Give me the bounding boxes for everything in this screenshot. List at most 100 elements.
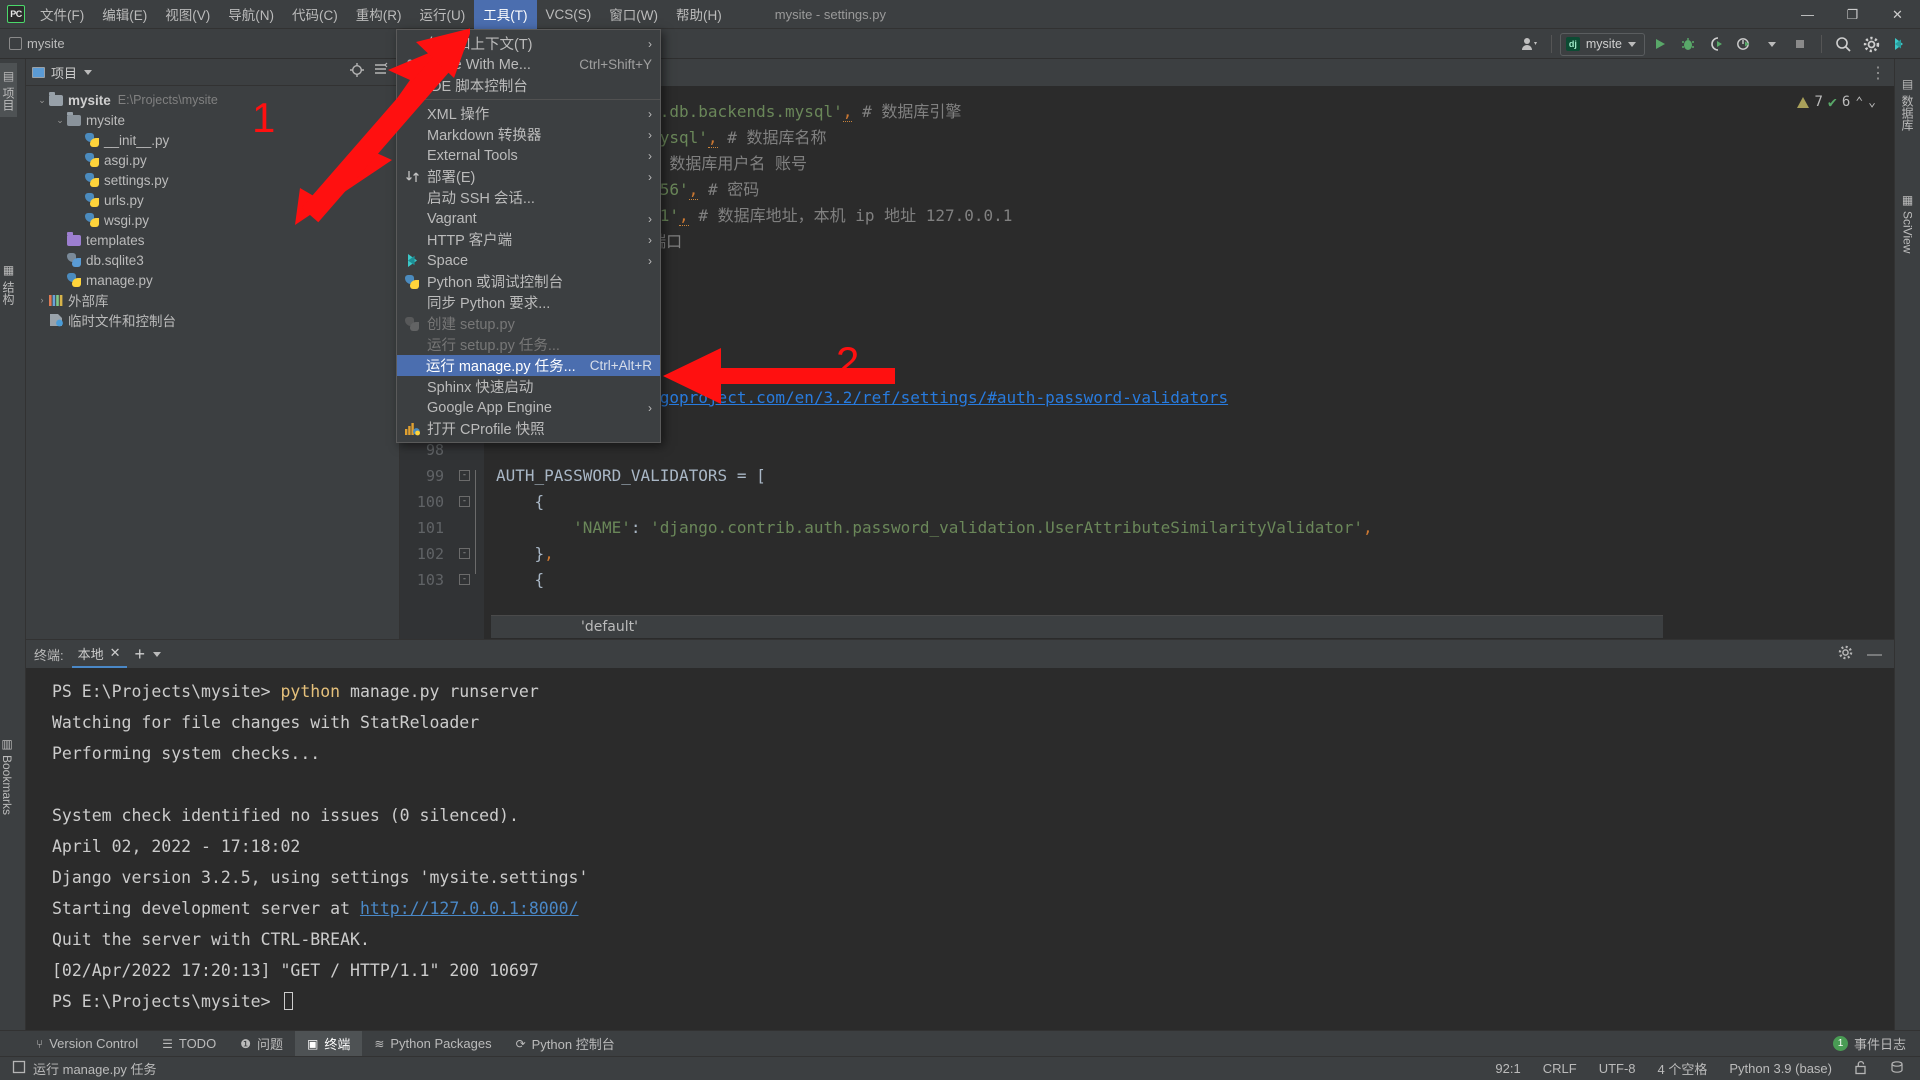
sidebar-item-project[interactable]: ▤ 项目 [0, 63, 17, 117]
collapse-all-icon[interactable] [373, 62, 389, 83]
code-fold-icon[interactable]: - [459, 574, 470, 585]
menu-item-7[interactable]: 部署(E)› [397, 166, 660, 187]
close-icon[interactable]: ✕ [110, 645, 121, 661]
menu-0[interactable]: 文件(F) [31, 0, 93, 29]
menu-2[interactable]: 视图(V) [156, 0, 219, 29]
breadcrumb[interactable]: mysite [27, 36, 65, 51]
tree-node[interactable]: __init__.py [26, 130, 399, 150]
menu-item-16[interactable]: 运行 manage.py 任务...Ctrl+Alt+R [397, 355, 660, 376]
sidebar-item-structure[interactable]: ▦ 结构 [0, 257, 17, 311]
menu-item-19[interactable]: 打开 CProfile 快照 [397, 418, 660, 439]
tree-node[interactable]: ⌄mysiteE:\Projects\mysite [26, 90, 399, 110]
terminal-session-label: 本地 [78, 644, 104, 663]
menu-item-12[interactable]: Python 或调试控制台 [397, 271, 660, 292]
menu-1[interactable]: 编辑(E) [93, 0, 156, 29]
menu-4[interactable]: 代码(C) [283, 0, 347, 29]
settings-gear-icon[interactable] [1858, 32, 1884, 56]
menu-6[interactable]: 运行(U) [411, 0, 475, 29]
menu-item-18[interactable]: Google App Engine› [397, 397, 660, 418]
chevron-right-icon[interactable]: › [36, 295, 48, 305]
chevron-down-icon[interactable]: ⌄ [1868, 95, 1876, 110]
menu-item-5[interactable]: Markdown 转换器› [397, 124, 660, 145]
menu-9[interactable]: 窗口(W) [600, 0, 667, 29]
menu-3[interactable]: 导航(N) [219, 0, 283, 29]
tool-window-终端[interactable]: ▣终端 [295, 1031, 362, 1056]
tree-node[interactable]: manage.py [26, 270, 399, 290]
space-icon[interactable] [1886, 32, 1912, 56]
tool-window-version-control[interactable]: ⑂Version Control [24, 1033, 150, 1054]
line-separator[interactable]: CRLF [1543, 1061, 1577, 1076]
indent-setting[interactable]: 4 个空格 [1658, 1059, 1708, 1078]
tree-node[interactable]: asgi.py [26, 150, 399, 170]
menu-item-0[interactable]: 任务和上下文(T)› [397, 33, 660, 54]
minimize-button[interactable]: — [1785, 0, 1830, 29]
terminal-output[interactable]: PS E:\Projects\mysite> python manage.py … [26, 668, 1894, 1017]
tree-node[interactable]: urls.py [26, 190, 399, 210]
tree-node[interactable]: ›外部库 [26, 290, 399, 310]
chevron-down-icon[interactable] [84, 70, 92, 75]
chevron-up-icon[interactable]: ⌃ [1855, 95, 1863, 110]
file-encoding[interactable]: UTF-8 [1599, 1061, 1636, 1076]
user-dropdown-icon[interactable] [1517, 32, 1543, 56]
menu-5[interactable]: 重构(R) [347, 0, 411, 29]
coverage-icon[interactable] [1703, 32, 1729, 56]
menu-item-13[interactable]: 同步 Python 要求... [397, 292, 660, 313]
database-settings-icon[interactable] [1890, 1060, 1906, 1078]
code-fold-icon[interactable]: - [459, 470, 470, 481]
tree-node[interactable]: wsgi.py [26, 210, 399, 230]
tree-node[interactable]: 临时文件和控制台 [26, 310, 399, 330]
event-log-button[interactable]: 1 事件日志 [1833, 1034, 1920, 1053]
new-terminal-button[interactable]: + [135, 644, 146, 665]
tree-node[interactable]: ⌄mysite [26, 110, 399, 130]
debug-icon[interactable] [1675, 32, 1701, 56]
tree-node[interactable]: db.sqlite3 [26, 250, 399, 270]
terminal-line: April 02, 2022 - 17:18:02 [52, 831, 1894, 862]
tool-window-python-控制台[interactable]: ⟳Python 控制台 [504, 1031, 627, 1056]
menu-item-10[interactable]: HTTP 客户端› [397, 229, 660, 250]
terminal-session-tab[interactable]: 本地 ✕ [72, 641, 127, 668]
editor-tab-overflow[interactable]: ⋮ [1870, 59, 1894, 86]
menu-7[interactable]: 工具(T) [474, 0, 536, 29]
menu-item-6[interactable]: External Tools› [397, 145, 660, 166]
tool-window-问题[interactable]: ❶问题 [228, 1031, 295, 1056]
close-button[interactable]: ✕ [1875, 0, 1920, 29]
python-interpreter[interactable]: Python 3.9 (base) [1729, 1061, 1832, 1076]
menu-item-17[interactable]: Sphinx 快速启动 [397, 376, 660, 397]
menu-10[interactable]: 帮助(H) [667, 0, 731, 29]
menu-item-11[interactable]: Space› [397, 250, 660, 271]
run-configuration-selector[interactable]: dj mysite [1560, 33, 1645, 56]
settings-gear-icon[interactable] [1838, 645, 1853, 663]
menu-item-4[interactable]: XML 操作› [397, 103, 660, 124]
chevron-down-icon[interactable]: ⌄ [36, 95, 48, 106]
tree-node[interactable]: templates [26, 230, 399, 250]
chevron-down-icon[interactable] [153, 652, 161, 657]
hide-panel-icon[interactable]: — [1867, 646, 1882, 663]
status-bar: 运行 manage.py 任务 92:1 CRLF UTF-8 4 个空格 Py… [0, 1056, 1920, 1080]
menu-item-2[interactable]: IDE 脚本控制台 [397, 75, 660, 96]
search-icon[interactable] [1830, 32, 1856, 56]
chevron-down-icon[interactable]: ⌄ [54, 115, 66, 126]
tool-window-python-packages[interactable]: ≋Python Packages [362, 1033, 503, 1054]
tool-window-todo[interactable]: ☰TODO [150, 1033, 228, 1054]
sidebar-item-bookmarks[interactable]: ▥ Bookmarks [0, 731, 14, 821]
menu-item-8[interactable]: 启动 SSH 会话... [397, 187, 660, 208]
stop-icon[interactable] [1787, 32, 1813, 56]
select-opened-file-icon[interactable] [349, 62, 365, 83]
menu-item-1[interactable]: Code With Me...Ctrl+Shift+Y [397, 54, 660, 75]
profile-dropdown-icon[interactable] [1759, 32, 1785, 56]
unlock-icon[interactable] [1854, 1060, 1868, 1078]
tree-node[interactable]: settings.py [26, 170, 399, 190]
maximize-button[interactable]: ❐ [1830, 0, 1875, 29]
tools-dropdown-menu[interactable]: 任务和上下文(T)›Code With Me...Ctrl+Shift+YIDE… [396, 29, 661, 443]
menu-item-label: Code With Me... [427, 57, 565, 73]
sidebar-item-sciview[interactable]: ▦ SciView [1901, 187, 1915, 259]
menu-item-9[interactable]: Vagrant› [397, 208, 660, 229]
caret-position[interactable]: 92:1 [1495, 1061, 1520, 1076]
profile-icon[interactable] [1731, 32, 1757, 56]
code-fold-icon[interactable]: - [459, 548, 470, 559]
run-icon[interactable] [1647, 32, 1673, 56]
sidebar-item-database[interactable]: ▤ 数据库 [1899, 71, 1916, 137]
code-fold-icon[interactable]: - [459, 496, 470, 507]
menu-8[interactable]: VCS(S) [537, 2, 601, 27]
inspection-widget[interactable]: 7 ✔ 6 ⌃ ⌄ [1797, 93, 1876, 111]
